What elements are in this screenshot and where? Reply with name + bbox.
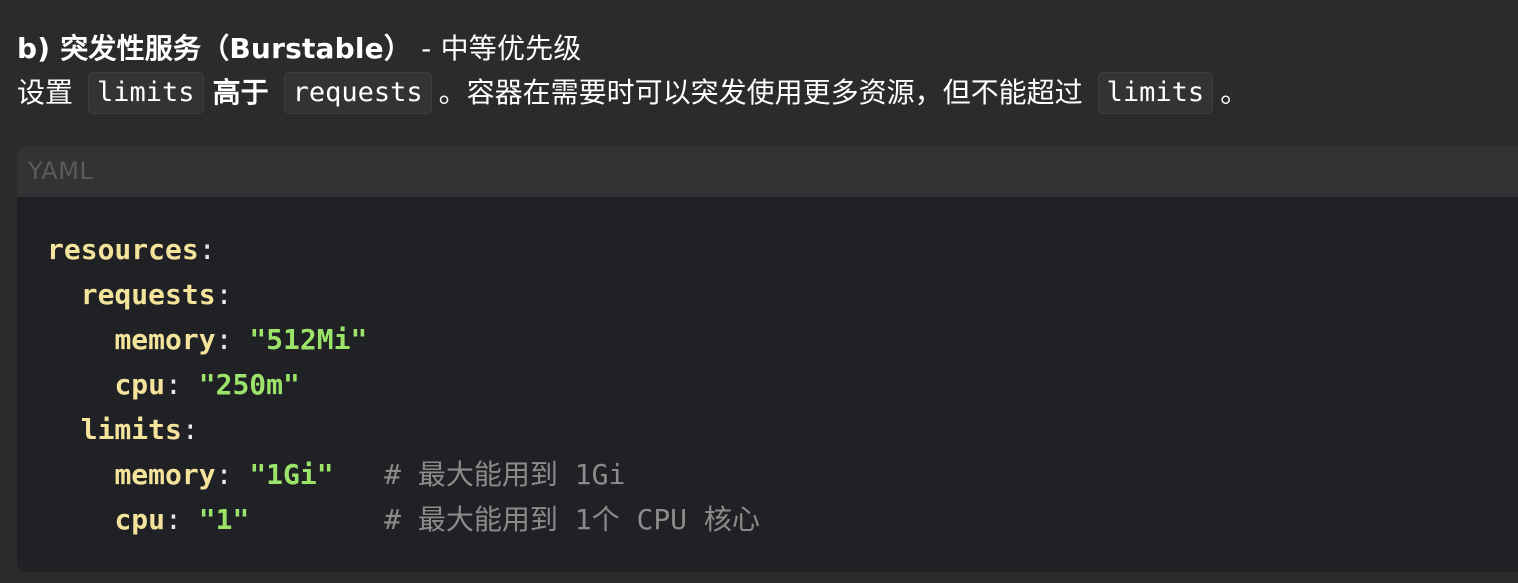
heading-priority: - 中等优先级 [412, 32, 582, 65]
code-line: limits: [47, 407, 760, 452]
yaml-key: memory [114, 458, 216, 491]
inline-code-limits-2: limits [1097, 72, 1214, 114]
code-line: resources: [47, 227, 760, 272]
yaml-colon: : [215, 323, 250, 356]
code-line: memory: "1Gi" # 最大能用到 1Gi [47, 452, 760, 497]
description-text-3: 。 [1220, 76, 1249, 109]
code-block-header: YAML [17, 146, 1518, 197]
code-language-label: YAML [28, 157, 94, 185]
description-paragraph: 设置 limits 高于 requests 。容器在需要时可以突发使用更多资源，… [17, 70, 1248, 116]
yaml-key: requests [80, 278, 216, 311]
yaml-string-value: "1Gi" [249, 458, 334, 491]
yaml-key: resources [47, 233, 199, 266]
yaml-string-value: "1" [198, 503, 250, 536]
yaml-comment: # 最大能用到 1Gi [333, 458, 626, 491]
yaml-string-value: "250m" [198, 368, 300, 401]
code-line: memory: "512Mi" [47, 317, 760, 362]
code-content[interactable]: resources: requests: memory: "512Mi" cpu… [47, 227, 760, 542]
yaml-colon: : [215, 458, 250, 491]
inline-code-requests: requests [283, 72, 432, 114]
code-line: requests: [47, 272, 760, 317]
yaml-key: cpu [114, 368, 166, 401]
inline-code-limits: limits [88, 72, 204, 114]
yaml-string-value: "512Mi" [249, 323, 368, 356]
description-bold: 高于 [212, 76, 269, 109]
yaml-colon: : [198, 233, 216, 266]
description-text-2: 。容器在需要时可以突发使用更多资源，但不能超过 [438, 76, 1083, 109]
heading-title: b) 突发性服务（Burstable） [17, 32, 413, 65]
yaml-comment: # 最大能用到 1个 CPU 核心 [249, 503, 760, 536]
yaml-colon: : [165, 503, 199, 536]
yaml-colon: : [215, 278, 233, 311]
yaml-key: memory [114, 323, 216, 356]
code-block[interactable]: YAML resources: requests: memory: "512Mi… [17, 146, 1518, 572]
code-line: cpu: "250m" [47, 362, 760, 407]
yaml-colon: : [181, 413, 199, 446]
section-heading: b) 突发性服务（Burstable） - 中等优先级 [17, 30, 582, 68]
yaml-key: cpu [114, 503, 166, 536]
code-line: cpu: "1" # 最大能用到 1个 CPU 核心 [47, 497, 760, 542]
yaml-key: limits [80, 413, 182, 446]
yaml-colon: : [165, 368, 199, 401]
description-text-1: 设置 [17, 76, 74, 109]
